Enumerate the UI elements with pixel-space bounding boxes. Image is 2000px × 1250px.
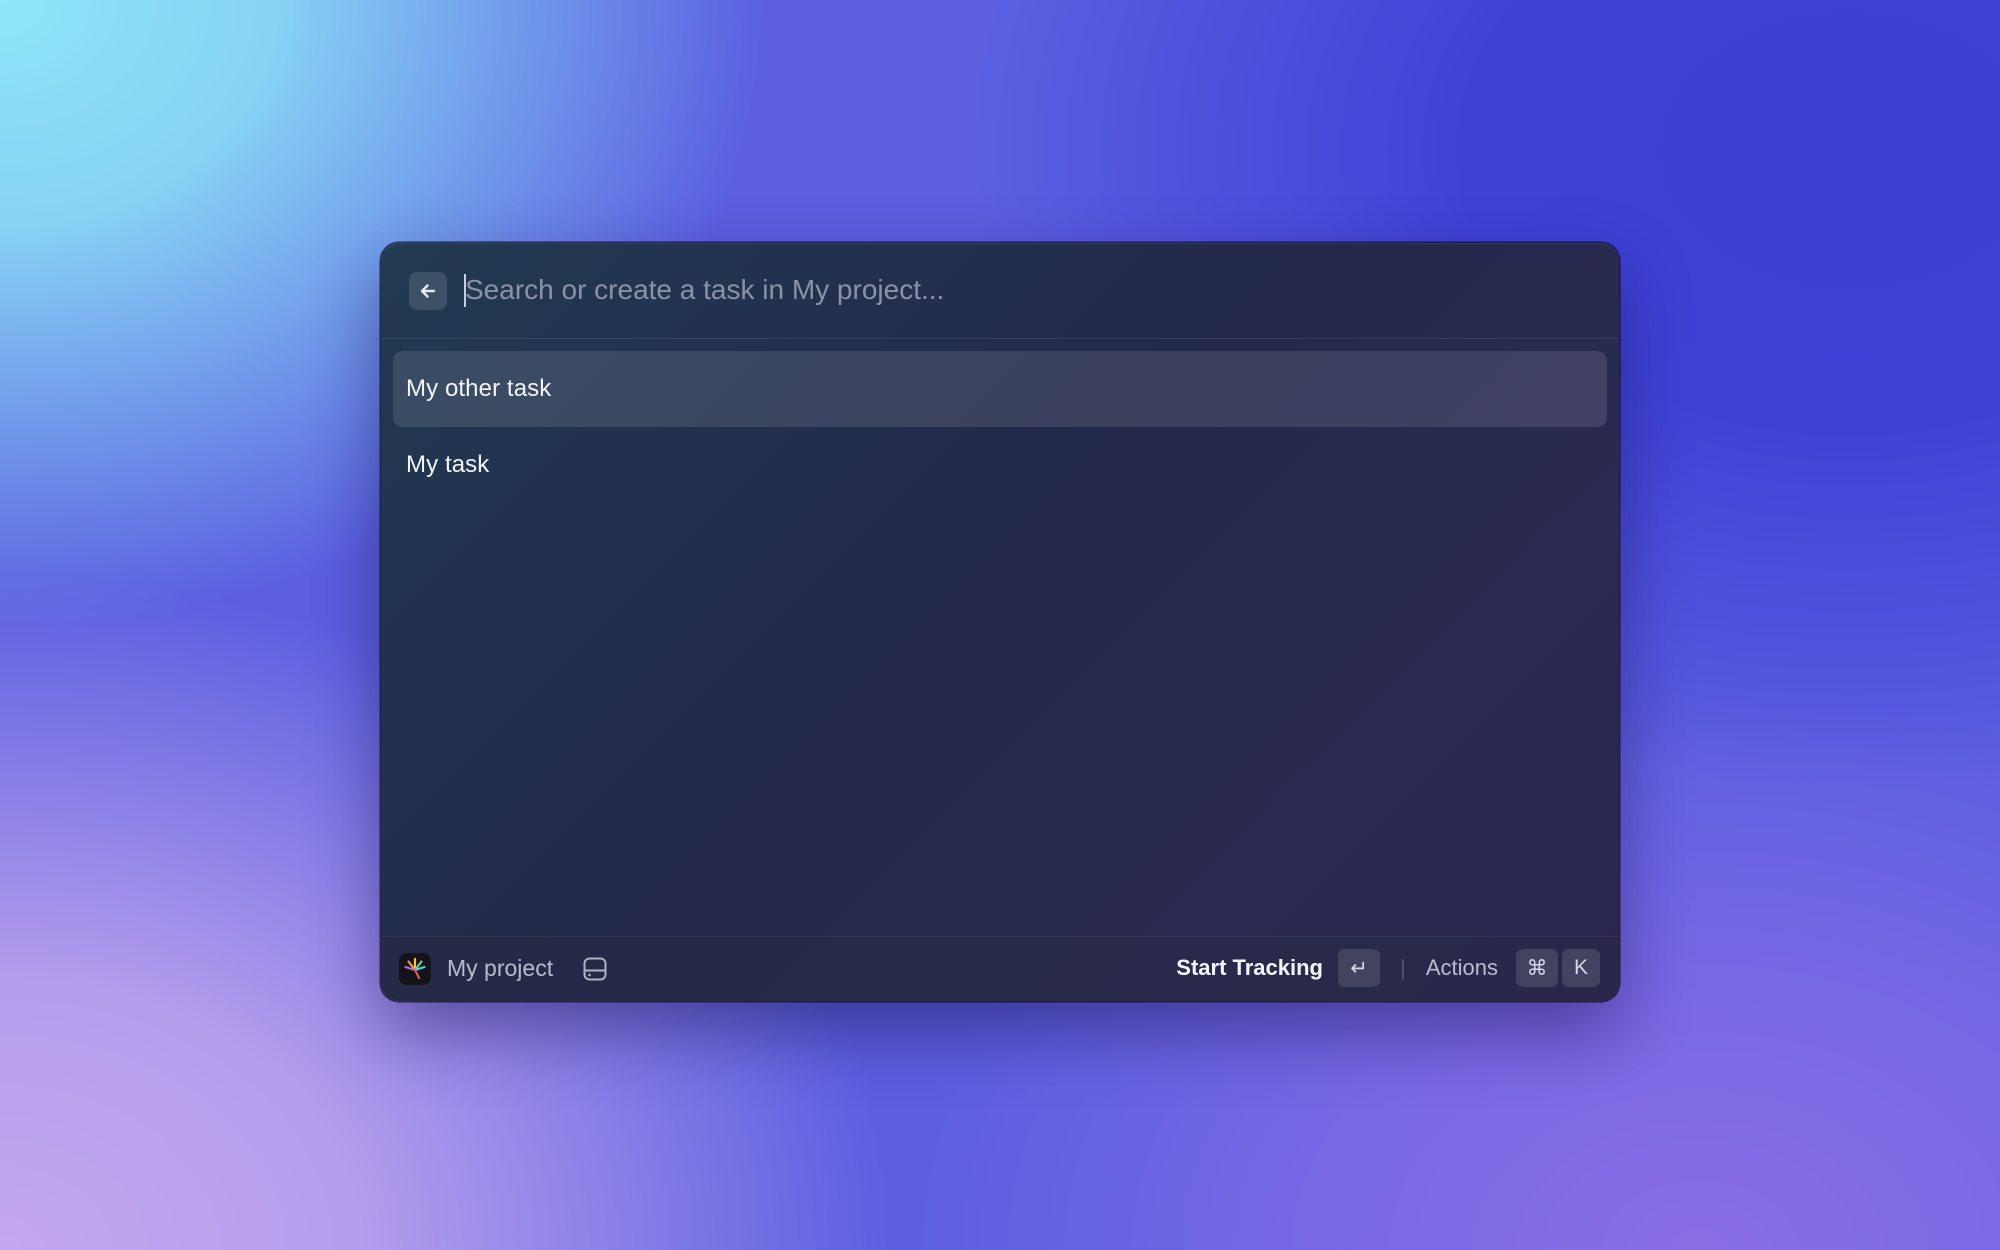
desktop-background: My other task My task xyxy=(0,0,2000,1250)
start-tracking-button[interactable]: Start Tracking xyxy=(1176,955,1323,981)
command-palette-window: My other task My task xyxy=(381,243,1619,1001)
arrow-left-icon xyxy=(420,284,436,298)
enter-key-hint: ↵ xyxy=(1338,949,1380,987)
task-item-my-other-task[interactable]: My other task xyxy=(393,351,1607,427)
hard-drive-icon[interactable] xyxy=(580,954,610,984)
task-item-my-task[interactable]: My task xyxy=(393,427,1607,503)
search-bar xyxy=(381,243,1619,339)
footer-bar: My project Start Tracking ↵ Actions ⌘ K xyxy=(381,936,1619,1001)
search-input[interactable] xyxy=(465,265,1585,315)
task-label: My other task xyxy=(406,375,552,402)
project-name[interactable]: My project xyxy=(447,955,553,982)
footer-divider xyxy=(1402,959,1404,979)
command-key-hint: ⌘ xyxy=(1516,949,1558,987)
k-key-hint: K xyxy=(1562,949,1600,987)
app-logo-icon xyxy=(399,953,431,985)
back-button[interactable] xyxy=(409,272,447,310)
task-list: My other task My task xyxy=(393,351,1607,503)
actions-button[interactable]: Actions xyxy=(1426,955,1498,981)
task-label: My task xyxy=(406,451,490,478)
